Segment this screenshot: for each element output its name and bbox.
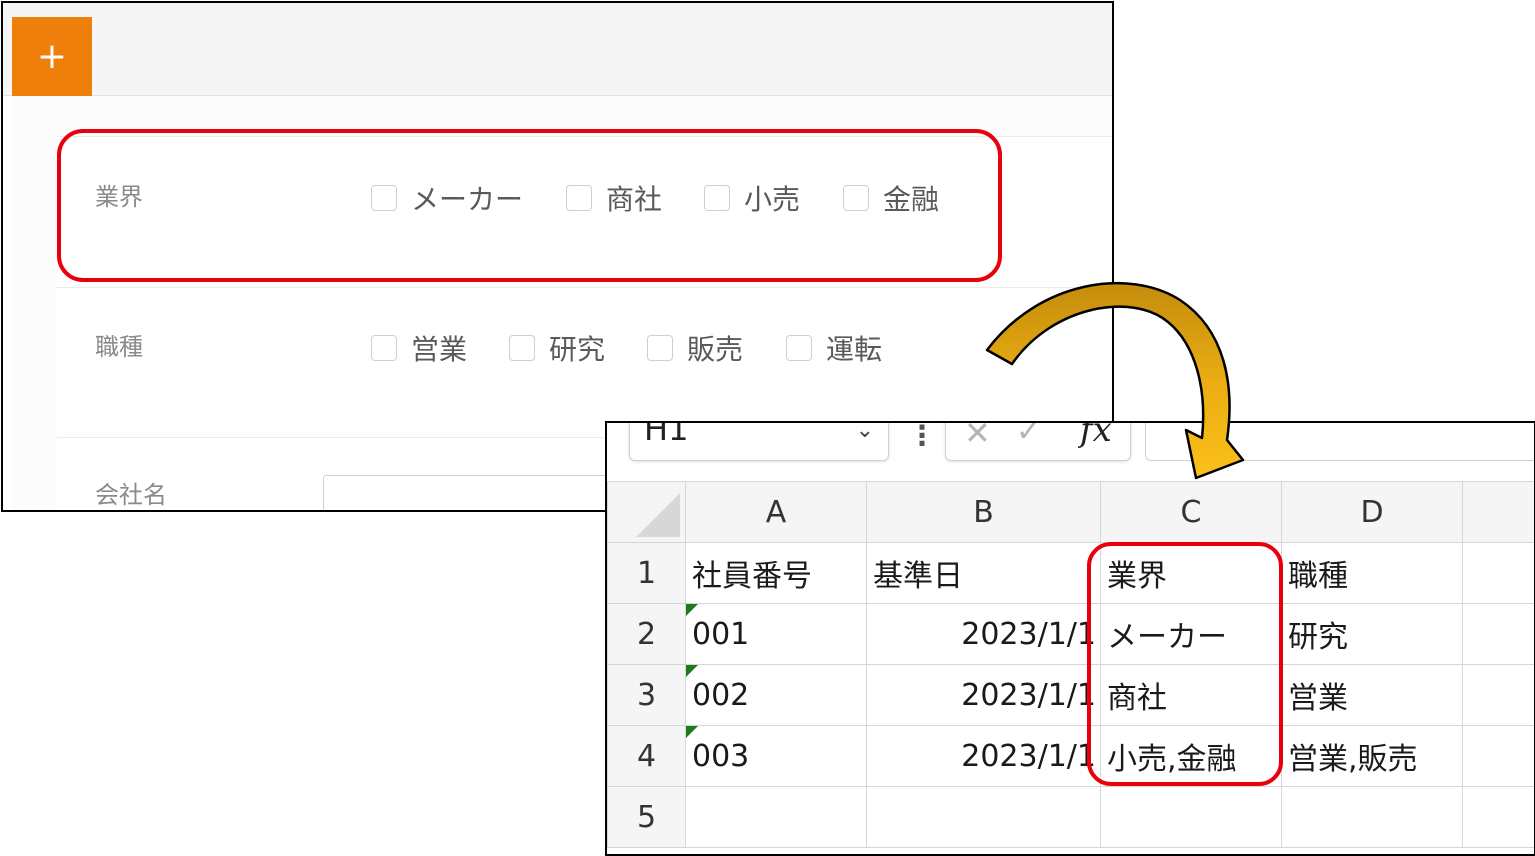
cell-a2[interactable]: 001: [686, 604, 867, 665]
cancel-x-icon[interactable]: ✕: [964, 421, 991, 452]
cell-a3[interactable]: 002: [686, 665, 867, 726]
row-header[interactable]: 3: [608, 665, 686, 726]
column-header-e[interactable]: [1463, 482, 1535, 543]
cell-d4[interactable]: 営業,販売: [1282, 726, 1463, 787]
job-type-checkbox-driving[interactable]: [786, 335, 812, 361]
formula-input[interactable]: [1145, 421, 1535, 461]
industry-checkbox-retail[interactable]: [704, 185, 730, 211]
cell-d3[interactable]: 営業: [1282, 665, 1463, 726]
row-header[interactable]: 1: [608, 543, 686, 604]
column-header-d[interactable]: D: [1282, 482, 1463, 543]
name-box-value: H1: [644, 421, 688, 448]
cell-b2[interactable]: 2023/1/1: [867, 604, 1101, 665]
job-type-option-label: 営業: [411, 328, 467, 368]
job-type-option-label: 運転: [826, 328, 882, 368]
cell-a5[interactable]: [686, 787, 867, 848]
cell-b3[interactable]: 2023/1/1: [867, 665, 1101, 726]
job-type-option-label: 販売: [687, 328, 743, 368]
industry-checkbox-trading[interactable]: [566, 185, 592, 211]
job-type-option-sales[interactable]: 営業: [371, 331, 467, 365]
industry-option-label: メーカー: [411, 178, 523, 218]
job-type-option-driving[interactable]: 運転: [786, 331, 882, 365]
job-type-checkbox-research[interactable]: [509, 335, 535, 361]
cell-e3[interactable]: [1463, 665, 1535, 726]
job-type-option-label: 研究: [549, 328, 605, 368]
confirm-check-icon[interactable]: ✓: [1016, 421, 1041, 449]
cell-c2[interactable]: メーカー: [1101, 604, 1282, 665]
cell-a2-value: 001: [692, 617, 749, 652]
table-row: 2 001 2023/1/1 メーカー 研究: [608, 604, 1535, 665]
company-name-label: 会社名: [95, 475, 167, 510]
row-header[interactable]: 4: [608, 726, 686, 787]
cell-e5[interactable]: [1463, 787, 1535, 848]
chevron-down-icon[interactable]: ⌄: [856, 421, 874, 443]
job-type-option-retail-sales[interactable]: 販売: [647, 331, 743, 365]
cell-a4-value: 003: [692, 739, 749, 774]
name-box[interactable]: H1 ⌄: [629, 421, 889, 461]
column-header-b[interactable]: B: [867, 482, 1101, 543]
cell-d2[interactable]: 研究: [1282, 604, 1463, 665]
table-row: 5: [608, 787, 1535, 848]
form-toolbar: +: [3, 3, 1112, 96]
cell-c4[interactable]: 小売,金融: [1101, 726, 1282, 787]
cell-e1[interactable]: [1463, 543, 1535, 604]
cell-b1[interactable]: 基準日: [867, 543, 1101, 604]
job-type-option-research[interactable]: 研究: [509, 331, 605, 365]
industry-option-retail[interactable]: 小売: [704, 181, 800, 215]
job-type-field-row: 職種 営業 研究 販売 運転: [57, 287, 1112, 438]
industry-checkbox-finance[interactable]: [843, 185, 869, 211]
table-row: 3 002 2023/1/1 商社 営業: [608, 665, 1535, 726]
industry-option-maker[interactable]: メーカー: [371, 181, 523, 215]
cell-a3-value: 002: [692, 678, 749, 713]
cell-d1[interactable]: 職種: [1282, 543, 1463, 604]
cell-b4[interactable]: 2023/1/1: [867, 726, 1101, 787]
cell-a4[interactable]: 003: [686, 726, 867, 787]
industry-option-label: 商社: [606, 178, 662, 218]
industry-field-row: 業界 メーカー 商社 小売 金融: [57, 137, 1112, 288]
column-header-a[interactable]: A: [686, 482, 867, 543]
formula-controls: ✕ ✓ fx: [945, 421, 1131, 461]
cell-b5[interactable]: [867, 787, 1101, 848]
job-type-checkbox-sales[interactable]: [371, 335, 397, 361]
number-as-text-flag-icon: [686, 665, 698, 677]
formula-bar-separator-icon: ⋮: [908, 421, 936, 452]
row-header[interactable]: 2: [608, 604, 686, 665]
cell-e2[interactable]: [1463, 604, 1535, 665]
industry-option-finance[interactable]: 金融: [843, 181, 939, 215]
cell-e4[interactable]: [1463, 726, 1535, 787]
table-row: 1 社員番号 基準日 業界 職種: [608, 543, 1535, 604]
row-header[interactable]: 5: [608, 787, 686, 848]
column-header-row: A B C D: [608, 482, 1535, 543]
cell-c1[interactable]: 業界: [1101, 543, 1282, 604]
column-header-c[interactable]: C: [1101, 482, 1282, 543]
job-type-field-label: 職種: [95, 327, 143, 362]
job-type-checkbox-retail-sales[interactable]: [647, 335, 673, 361]
industry-option-label: 金融: [883, 178, 939, 218]
industry-option-label: 小売: [744, 178, 800, 218]
number-as-text-flag-icon: [686, 604, 698, 616]
table-row: 4 003 2023/1/1 小売,金融 営業,販売: [608, 726, 1535, 787]
cell-c5[interactable]: [1101, 787, 1282, 848]
industry-field-label: 業界: [95, 177, 143, 212]
sheet-grid: A B C D 1 社員番号 基準日 業界 職種 2 001 2023/1/1 …: [607, 481, 1535, 848]
industry-checkbox-maker[interactable]: [371, 185, 397, 211]
spreadsheet-window: H1 ⌄ ⋮ ✕ ✓ fx A B C D 1 社員: [605, 421, 1535, 856]
number-as-text-flag-icon: [686, 726, 698, 738]
select-all-corner[interactable]: [608, 482, 686, 543]
industry-option-trading[interactable]: 商社: [566, 181, 662, 215]
formula-bar: H1 ⌄ ⋮ ✕ ✓ fx: [607, 423, 1534, 481]
cell-a1[interactable]: 社員番号: [686, 543, 867, 604]
cell-d5[interactable]: [1282, 787, 1463, 848]
insert-function-fx-icon[interactable]: fx: [1080, 421, 1112, 450]
add-record-button[interactable]: +: [12, 17, 92, 96]
select-all-triangle-icon: [636, 493, 680, 537]
cell-c3[interactable]: 商社: [1101, 665, 1282, 726]
